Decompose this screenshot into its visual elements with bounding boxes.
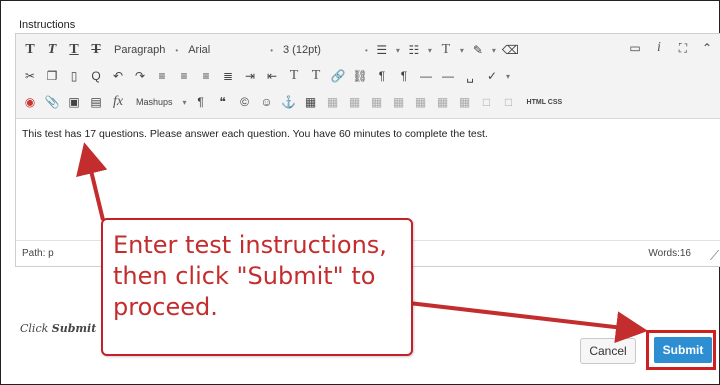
justify-icon[interactable]: ≣ <box>220 67 236 85</box>
paragraph-format-select[interactable]: Paragraph <box>110 44 169 56</box>
math-formula-icon[interactable]: fx <box>110 93 126 111</box>
table-icon[interactable]: ▦ <box>303 93 319 111</box>
table-props-icon[interactable]: □ <box>501 93 517 111</box>
bullet-list-icon[interactable]: ☰ <box>374 41 390 59</box>
table-merge-icon[interactable]: □ <box>479 93 495 111</box>
superscript-icon[interactable]: T <box>286 67 302 85</box>
toolbar-row-3: ◉ 📎 ▣ ▤ fx Mashups ▾ ¶ ❝ © ☺ ⚓ ▦ ▦ ▦ ▦ ▦… <box>22 91 566 113</box>
paragraph-mark-icon[interactable]: ¶ <box>193 93 209 111</box>
editor-content[interactable]: This test has 17 questions. Please answe… <box>22 128 488 140</box>
outdent-icon[interactable]: ⇤ <box>264 67 280 85</box>
word-count: Words:16 <box>648 248 691 259</box>
find-icon[interactable]: Q <box>88 67 104 85</box>
align-left-icon[interactable]: ≡ <box>154 67 170 85</box>
link-icon[interactable]: 🔗 <box>330 67 346 85</box>
preview-icon[interactable]: ▭ <box>627 39 643 57</box>
element-path: Path: p <box>22 248 54 259</box>
table-col-before-icon[interactable]: ▦ <box>391 93 407 111</box>
attach-file-icon[interactable]: 📎 <box>44 93 60 111</box>
table-delete-col-icon[interactable]: ▦ <box>435 93 451 111</box>
submit-note-prefix: Click <box>20 322 49 335</box>
indent-icon[interactable]: ⇥ <box>242 67 258 85</box>
cancel-button[interactable]: Cancel <box>580 338 636 364</box>
dropdown-icon: ▾ <box>506 71 511 81</box>
info-icon[interactable]: i <box>651 39 667 57</box>
highlight-pen-icon[interactable]: ✎ <box>470 41 486 59</box>
table-delete-row-icon[interactable]: ▦ <box>369 93 385 111</box>
font-size-select[interactable]: 3 (12pt) <box>279 44 359 56</box>
cut-icon[interactable]: ✂ <box>22 67 38 85</box>
dropdown-icon: • <box>175 45 179 55</box>
annotation-callout: Enter test instructions, then click "Sub… <box>101 218 413 356</box>
submit-note: Click Submit <box>20 322 96 335</box>
blockquote-icon[interactable]: ❝ <box>215 93 231 111</box>
submit-note-bold: Submit <box>51 322 97 335</box>
rtl-icon[interactable]: ¶ <box>396 67 412 85</box>
toolbar-row-2: ✂ ❐ ▯ Q ↶ ↷ ≡ ≡ ≡ ≣ ⇥ ⇤ T T 🔗 ⛓ ¶ ¶ — — … <box>22 65 510 87</box>
insert-image-icon[interactable]: ▣ <box>66 93 82 111</box>
section-label: Instructions <box>19 19 76 31</box>
nonbreaking-space-icon[interactable]: ␣ <box>462 67 478 85</box>
align-center-icon[interactable]: ≡ <box>176 67 192 85</box>
subscript-icon[interactable]: T <box>308 67 324 85</box>
spellcheck-icon[interactable]: ✓ <box>484 67 500 85</box>
toolbar-right-icons: ▭ i ⛶ ⌃ <box>627 39 715 57</box>
copyright-icon[interactable]: © <box>237 93 253 111</box>
paste-icon[interactable]: ▯ <box>66 67 82 85</box>
dropdown-icon: • <box>270 45 273 55</box>
undo-icon[interactable]: ↶ <box>110 67 126 85</box>
redo-icon[interactable]: ↷ <box>132 67 148 85</box>
font-family-select[interactable]: Arial <box>184 44 264 56</box>
anchor-icon[interactable]: ⚓ <box>281 93 297 111</box>
dropdown-icon: ▾ <box>459 45 464 55</box>
table-split-icon[interactable]: ▦ <box>457 93 473 111</box>
dropdown-icon: ▾ <box>395 45 400 55</box>
strikethrough-button[interactable]: T <box>88 41 104 59</box>
table-row-before-icon[interactable]: ▦ <box>325 93 341 111</box>
resize-handle-icon[interactable] <box>699 250 720 260</box>
bold-button[interactable]: T <box>22 41 38 59</box>
dropdown-icon: ▾ <box>182 97 187 107</box>
insert-media-icon[interactable]: ▤ <box>88 93 104 111</box>
underline-button[interactable]: T <box>66 41 82 59</box>
copy-icon[interactable]: ❐ <box>44 67 60 85</box>
dropdown-icon: • <box>365 45 368 55</box>
dropdown-icon: ▾ <box>491 45 496 55</box>
table-col-after-icon[interactable]: ▦ <box>413 93 429 111</box>
annotation-text: Enter test instructions, then click "Sub… <box>113 231 387 321</box>
eraser-icon[interactable]: ⌫ <box>502 41 519 59</box>
mashups-menu[interactable]: Mashups <box>132 97 177 107</box>
emoticon-icon[interactable]: ☺ <box>259 93 275 111</box>
editor-toolbar: T T T T Paragraph • Arial • 3 (12pt) • ☰… <box>16 34 720 119</box>
horizontal-rule-icon[interactable]: — <box>418 67 434 85</box>
horizontal-line-icon[interactable]: — <box>440 67 456 85</box>
text-color-icon[interactable]: T <box>438 41 454 59</box>
fullscreen-icon[interactable]: ⛶ <box>675 39 691 57</box>
align-right-icon[interactable]: ≡ <box>198 67 214 85</box>
dropdown-icon: ▾ <box>427 45 432 55</box>
submit-button[interactable]: Submit <box>654 337 712 363</box>
unlink-icon[interactable]: ⛓ <box>352 67 368 85</box>
table-row-after-icon[interactable]: ▦ <box>347 93 363 111</box>
ltr-icon[interactable]: ¶ <box>374 67 390 85</box>
toolbar-row-1: T T T T Paragraph • Arial • 3 (12pt) • ☰… <box>22 39 519 61</box>
numbered-list-icon[interactable]: ☷ <box>406 41 422 59</box>
collapse-toolbar-icon[interactable]: ⌃ <box>699 39 715 57</box>
html-css-button[interactable]: HTML CSS <box>523 99 567 106</box>
record-icon[interactable]: ◉ <box>22 93 38 111</box>
italic-button[interactable]: T <box>44 41 60 59</box>
